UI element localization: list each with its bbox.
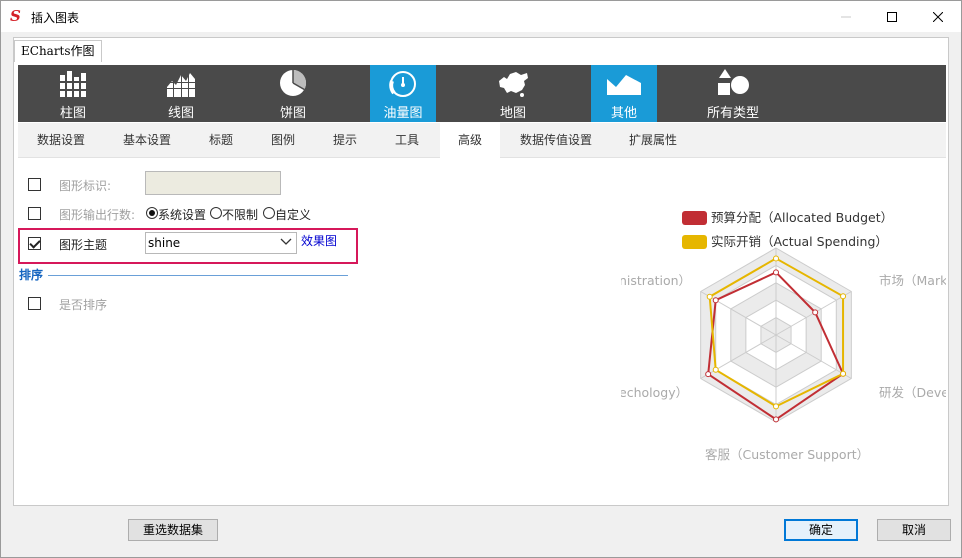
shape-mark-input — [145, 171, 281, 195]
radio-custom[interactable] — [263, 207, 275, 219]
sort-label: 是否排序 — [59, 298, 108, 312]
theme-label: 图形主题 — [59, 238, 108, 252]
sort-checkbox[interactable] — [28, 297, 41, 310]
radar-point-1 — [773, 255, 779, 262]
tab-tools[interactable]: 工具 — [382, 123, 432, 158]
radar-point-0 — [705, 371, 712, 378]
chart-type-label: 地图 — [499, 106, 526, 121]
chart-type-all[interactable]: 所有类型 — [698, 65, 768, 122]
radio-custom-label: 自定义 — [275, 208, 312, 222]
tab-tooltip[interactable]: 提示 — [320, 123, 370, 158]
chart-type-label: 所有类型 — [706, 106, 759, 121]
radar-point-0 — [773, 416, 779, 423]
close-icon — [933, 11, 943, 22]
tab-advanced[interactable]: 高级 — [440, 123, 500, 159]
chart-type-label: 饼图 — [279, 106, 306, 121]
tab-title[interactable]: 标题 — [196, 123, 246, 158]
radar-point-1 — [773, 403, 779, 410]
radar-point-1 — [706, 293, 713, 300]
radio-unlimited-label: 不限制 — [222, 208, 259, 222]
app-logo-icon: S — [10, 7, 21, 25]
effect-preview-link[interactable]: 效果图 — [301, 232, 337, 249]
bar-chart-icon — [58, 71, 88, 97]
radar-point-1 — [712, 366, 719, 373]
chart-type-other[interactable]: 其他 — [591, 65, 657, 122]
radar-point-1 — [840, 370, 847, 377]
minimize-button[interactable] — [823, 1, 869, 32]
maximize-button[interactable] — [869, 1, 915, 32]
chart-type-label: 其他 — [610, 106, 637, 121]
radar-point-0 — [712, 297, 719, 304]
output-rows-label: 图形输出行数: — [59, 208, 136, 222]
radio-system-label: 系统设置 — [158, 208, 207, 222]
legend-swatch-actual — [682, 235, 707, 249]
reselect-dataset-button[interactable]: 重选数据集 — [128, 519, 218, 541]
ok-button[interactable]: 确定 — [784, 519, 858, 541]
indicator-label-administration: nistration） — [621, 273, 691, 288]
radar-chart: 预算分配（Allocated Budget） 实际开销（Actual Spend… — [621, 210, 946, 462]
chart-type-label: 油量图 — [383, 106, 423, 121]
chart-type-label: 线图 — [167, 106, 194, 121]
minimize-icon — [841, 16, 851, 17]
sort-section-title: 排序 — [19, 268, 44, 282]
theme-select-value: shine — [148, 236, 181, 250]
indicator-label-technology: echology） — [621, 385, 688, 400]
radar-point-1 — [840, 293, 847, 300]
line-chart-icon — [166, 69, 196, 97]
chart-type-map[interactable]: 地图 — [478, 65, 548, 122]
shape-mark-label: 图形标识: — [59, 179, 112, 193]
tab-data-passing[interactable]: 数据传值设置 — [508, 123, 604, 158]
close-button[interactable] — [915, 1, 961, 32]
tab-extended-props[interactable]: 扩展属性 — [616, 123, 690, 158]
radio-system[interactable] — [146, 207, 158, 219]
area-chart-icon — [607, 75, 641, 95]
indicator-label-marketing: 市场（Mark — [879, 273, 946, 288]
shape-mark-checkbox[interactable] — [28, 178, 41, 191]
radar-point-0 — [773, 269, 779, 276]
chart-type-toolbar: 柱图 线图 饼图 油量图 地图 其他 所有类型 — [18, 65, 946, 122]
chevron-down-icon — [280, 238, 292, 245]
indicator-label-customer-support: 客服（Customer Support） — [705, 447, 869, 462]
pie-chart-icon — [280, 69, 307, 96]
title-bar: S 插入图表 — [1, 1, 961, 32]
output-rows-checkbox[interactable] — [28, 207, 41, 220]
chart-type-line[interactable]: 线图 — [146, 65, 216, 122]
tab-basic-settings[interactable]: 基本设置 — [110, 123, 184, 158]
chart-type-bar[interactable]: 柱图 — [38, 65, 108, 122]
radio-unlimited[interactable] — [210, 207, 222, 219]
section-divider — [48, 275, 348, 276]
tab-echarts[interactable]: ECharts作图 — [14, 40, 102, 62]
chart-type-gauge[interactable]: 油量图 — [370, 65, 436, 122]
theme-select[interactable]: shine — [145, 232, 297, 254]
chart-type-pie[interactable]: 饼图 — [258, 65, 328, 122]
maximize-icon — [887, 11, 897, 22]
gauge-chart-icon — [389, 71, 416, 97]
radar-point-0 — [812, 309, 819, 316]
theme-checkbox[interactable] — [28, 237, 41, 250]
legend-label-actual: 实际开销（Actual Spending） — [711, 234, 888, 249]
shapes-icon — [718, 69, 749, 95]
indicator-label-development: 研发（Deve — [879, 385, 946, 400]
tab-legend[interactable]: 图例 — [258, 123, 308, 158]
cancel-button[interactable]: 取消 — [877, 519, 951, 541]
china-map-icon — [499, 72, 528, 97]
window-title: 插入图表 — [31, 11, 80, 25]
tab-data-settings[interactable]: 数据设置 — [24, 123, 98, 158]
legend-swatch-budget — [682, 211, 707, 225]
settings-tabbar: 数据设置 基本设置 标题 图例 提示 工具 高级 数据传值设置 扩展属性 — [18, 123, 946, 159]
dialog-window: S 插入图表 ECharts作图 柱图 线图 饼图 油量图 地图 其他 所有类型… — [0, 0, 962, 558]
chart-type-label: 柱图 — [59, 106, 86, 121]
chart-preview: 预算分配（Allocated Budget） 实际开销（Actual Spend… — [621, 196, 946, 476]
legend-label-budget: 预算分配（Allocated Budget） — [711, 210, 893, 225]
